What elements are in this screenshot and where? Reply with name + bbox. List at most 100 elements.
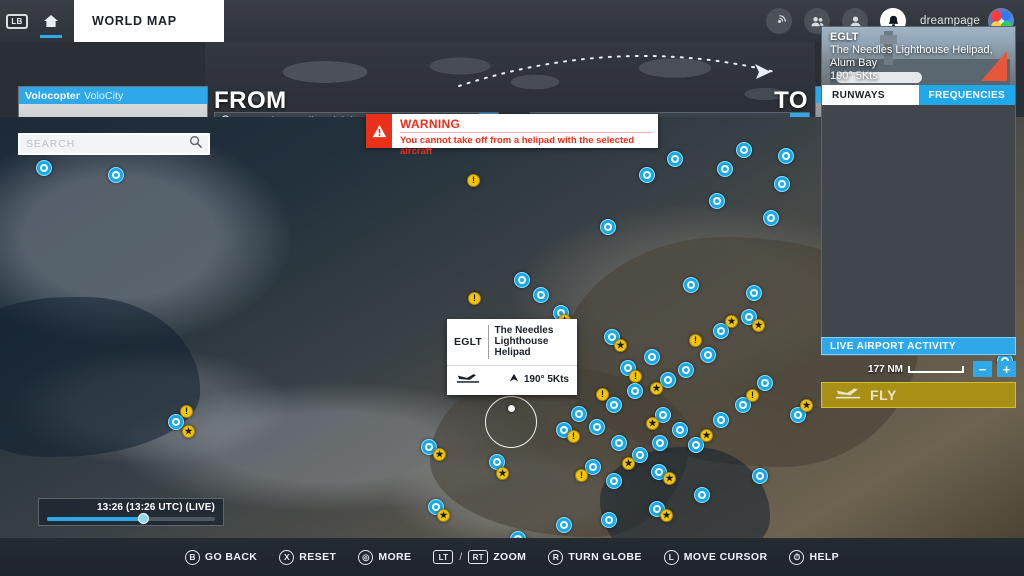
map-marker-airport[interactable] xyxy=(757,375,773,391)
map-marker-poi[interactable]: ★ xyxy=(437,509,450,522)
map-marker-airport[interactable] xyxy=(601,512,617,528)
time-slider-knob[interactable] xyxy=(137,513,149,524)
tab-world-map[interactable]: WORLD MAP xyxy=(74,0,224,42)
map-marker-poi[interactable]: ★ xyxy=(752,319,765,332)
map-marker-poi[interactable]: ★ xyxy=(496,467,509,480)
map-marker-airport[interactable] xyxy=(667,151,683,167)
map-marker-airport[interactable] xyxy=(600,219,616,235)
map-marker-airport[interactable] xyxy=(601,512,617,528)
map-marker-poi[interactable]: ! xyxy=(689,334,702,347)
map-marker-airport[interactable] xyxy=(700,347,716,363)
map-marker-poi[interactable]: ★ xyxy=(433,448,446,461)
map-marker-airport[interactable] xyxy=(717,161,733,177)
map-marker-airport[interactable] xyxy=(533,287,549,303)
map-marker-poi[interactable]: ★ xyxy=(663,472,676,485)
control-hint-turn-globe[interactable]: R TURN GLOBE xyxy=(548,549,641,565)
map-marker-poi[interactable]: ! xyxy=(467,174,480,187)
map-marker-poi[interactable]: ★ xyxy=(614,339,627,352)
map-marker-airport[interactable] xyxy=(736,142,752,158)
map-marker-airport[interactable] xyxy=(108,167,124,183)
map-marker-airport[interactable] xyxy=(709,193,725,209)
map-marker-airport[interactable] xyxy=(672,422,688,438)
map-marker-poi[interactable]: ! xyxy=(596,388,609,401)
map-marker-airport[interactable] xyxy=(644,349,660,365)
map-marker-poi[interactable]: ★ xyxy=(700,429,713,442)
map-marker-airport[interactable] xyxy=(611,435,627,451)
map-marker-airport[interactable] xyxy=(627,383,643,399)
map-marker-airport[interactable] xyxy=(678,362,694,378)
map-marker-airport[interactable] xyxy=(667,151,683,167)
map-marker-poi[interactable]: ! xyxy=(180,405,193,418)
map-marker-poi[interactable]: ★ xyxy=(650,382,663,395)
map-marker-poi[interactable]: ★ xyxy=(622,457,635,470)
home-button[interactable] xyxy=(36,0,66,42)
map-marker-airport[interactable] xyxy=(589,419,605,435)
map-marker-poi[interactable]: ★ xyxy=(650,382,663,395)
map-marker-airport[interactable] xyxy=(778,148,794,164)
live-activity-icon[interactable] xyxy=(766,8,793,34)
map-marker-poi[interactable]: ★ xyxy=(700,429,713,442)
map-marker-poi[interactable]: ! xyxy=(468,292,481,305)
control-hint-zoom[interactable]: LT / RT ZOOM xyxy=(433,550,526,564)
search-input[interactable] xyxy=(26,138,189,150)
map-marker-airport[interactable] xyxy=(774,176,790,192)
time-slider-panel[interactable]: 13:26 (13:26 UTC) (LIVE) xyxy=(38,498,224,526)
map-marker-poi[interactable]: ★ xyxy=(646,417,659,430)
map-marker-airport[interactable] xyxy=(763,210,779,226)
map-marker-airport[interactable] xyxy=(717,161,733,177)
map-marker-airport[interactable] xyxy=(713,412,729,428)
map-marker-airport[interactable] xyxy=(611,435,627,451)
map-marker-airport[interactable] xyxy=(652,435,668,451)
map-marker-airport[interactable] xyxy=(108,167,124,183)
map-marker-airport[interactable] xyxy=(774,176,790,192)
map-marker-poi[interactable]: ★ xyxy=(646,417,659,430)
map-marker-poi[interactable]: ! xyxy=(689,334,702,347)
zoom-out-button[interactable]: − xyxy=(973,361,992,377)
map-marker-poi[interactable]: ★ xyxy=(800,399,813,412)
map-marker-airport[interactable] xyxy=(678,362,694,378)
map-marker-poi[interactable]: ★ xyxy=(660,509,673,522)
map-marker-airport[interactable] xyxy=(652,435,668,451)
map-marker-airport[interactable] xyxy=(36,160,52,176)
map-marker-airport[interactable] xyxy=(709,193,725,209)
map-marker-poi[interactable]: ! xyxy=(468,292,481,305)
map-marker-airport[interactable] xyxy=(510,531,526,538)
map-marker-poi[interactable]: ★ xyxy=(496,467,509,480)
map-marker-poi[interactable]: ★ xyxy=(182,425,195,438)
map-marker-airport[interactable] xyxy=(556,517,572,533)
map-marker-airport[interactable] xyxy=(36,160,52,176)
map-marker-poi[interactable]: ★ xyxy=(660,509,673,522)
map-marker-airport[interactable] xyxy=(600,219,616,235)
tab-runways[interactable]: RUNWAYS xyxy=(822,85,919,105)
map-marker-poi[interactable]: ! xyxy=(629,370,642,383)
map-marker-airport[interactable] xyxy=(606,473,622,489)
control-hint-go-back[interactable]: B GO BACK xyxy=(184,549,257,565)
map-marker-airport[interactable] xyxy=(571,406,587,422)
map-marker-airport[interactable] xyxy=(571,406,587,422)
map-marker-airport[interactable] xyxy=(700,347,716,363)
map-marker-poi[interactable]: ★ xyxy=(663,472,676,485)
map-marker-airport[interactable] xyxy=(514,272,530,288)
map-marker-airport[interactable] xyxy=(533,287,549,303)
map-marker-poi[interactable]: ★ xyxy=(752,319,765,332)
map-marker-airport[interactable] xyxy=(556,517,572,533)
map-marker-poi[interactable]: ! xyxy=(567,430,580,443)
map-marker-airport[interactable] xyxy=(694,487,710,503)
control-hint-move-cursor[interactable]: L MOVE CURSOR xyxy=(663,549,768,565)
map-marker-airport[interactable] xyxy=(606,473,622,489)
map-marker-airport[interactable] xyxy=(763,210,779,226)
map-marker-airport[interactable] xyxy=(683,277,699,293)
map-marker-poi[interactable]: ★ xyxy=(725,315,738,328)
map-marker-airport[interactable] xyxy=(757,375,773,391)
control-hint-help[interactable]: ⏱ HELP xyxy=(789,549,839,565)
map-marker-poi[interactable]: ! xyxy=(567,430,580,443)
live-airport-activity-button[interactable]: LIVE AIRPORT ACTIVITY xyxy=(821,337,1016,355)
map-marker-airport[interactable] xyxy=(752,468,768,484)
map-marker-airport[interactable] xyxy=(752,468,768,484)
map-marker-poi[interactable]: ★ xyxy=(622,457,635,470)
map-marker-poi[interactable]: ! xyxy=(467,174,480,187)
map-marker-poi[interactable]: ! xyxy=(596,388,609,401)
map-marker-airport[interactable] xyxy=(644,349,660,365)
map-marker-airport[interactable] xyxy=(672,422,688,438)
map-marker-airport[interactable] xyxy=(778,148,794,164)
